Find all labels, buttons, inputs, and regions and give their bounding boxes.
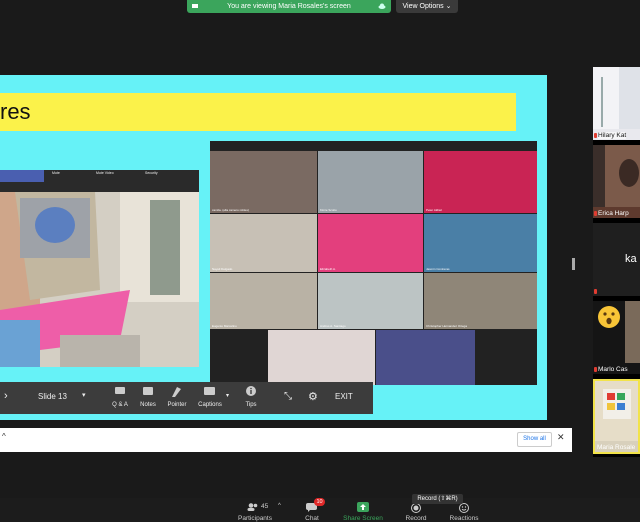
participants-icon bbox=[247, 503, 258, 511]
participant-video bbox=[593, 145, 640, 207]
tile-name: Peter Aldiaz bbox=[426, 208, 443, 212]
participant-tile[interactable]: Marlo Cas bbox=[593, 301, 640, 374]
show-all-button[interactable]: Show all bbox=[517, 432, 552, 447]
meeting-toolbar: 45 Participants ^ 10 Chat Share Screen R… bbox=[0, 498, 640, 522]
reactions-label: Reactions bbox=[449, 515, 479, 522]
participant-video bbox=[595, 381, 638, 441]
share-screen-icon bbox=[357, 502, 369, 512]
gallery-tile: Eugenio Marcelino bbox=[210, 273, 317, 329]
tips-button[interactable]: Tips bbox=[238, 382, 264, 414]
share-icon bbox=[192, 4, 198, 8]
muted-mic-icon bbox=[594, 289, 597, 294]
notes-icon bbox=[143, 387, 153, 395]
gear-icon[interactable]: ⚙ bbox=[308, 390, 318, 403]
participant-video bbox=[593, 67, 640, 129]
chevron-down-icon: ⌄ bbox=[445, 3, 452, 10]
next-slide-icon[interactable]: › bbox=[4, 390, 8, 402]
qa-label: Q & A bbox=[112, 402, 128, 408]
tips-label: Tips bbox=[245, 402, 257, 408]
shared-slide: res Mute Mute Video Security camila. (el… bbox=[0, 75, 547, 420]
qa-button[interactable]: Q & A bbox=[106, 382, 134, 414]
child-photo-illustration bbox=[0, 170, 199, 367]
record-label: Record bbox=[405, 515, 427, 522]
chevron-down-icon: ▾ bbox=[82, 392, 86, 399]
notification-strip bbox=[0, 428, 572, 452]
gallery-tile: camila. (ella camero robles) bbox=[210, 151, 317, 213]
view-options-label: View Options bbox=[402, 3, 444, 10]
tile-name: Jasmin Contreras bbox=[426, 267, 450, 271]
participant-name: Maria Rosale bbox=[597, 444, 636, 451]
participant-tile-active[interactable]: Maria Rosale bbox=[593, 379, 640, 454]
participants-label: Participants bbox=[238, 515, 272, 522]
left-photo-video-label: Mute Video bbox=[96, 171, 114, 175]
share-screen-label: Share Screen bbox=[343, 515, 383, 522]
splitter-handle[interactable] bbox=[572, 258, 575, 270]
gallery-tile: Elizabeth A. bbox=[318, 214, 423, 272]
slide-title: res bbox=[0, 99, 31, 124]
captions-label: Captions bbox=[198, 402, 222, 408]
gallery-tile: Nayeli Delgado bbox=[210, 214, 317, 272]
view-options-button[interactable]: View Options ⌄ bbox=[396, 0, 458, 13]
slide-number-label: Slide 13 bbox=[38, 392, 67, 401]
captions-icon bbox=[204, 387, 215, 395]
notes-button[interactable]: Notes bbox=[134, 382, 162, 414]
muted-mic-icon bbox=[594, 133, 597, 138]
gallery-tile: Christopher Hernandez Ortega bbox=[424, 273, 537, 329]
record-tooltip: Record (⇧⌘R) bbox=[412, 494, 463, 504]
notes-label: Notes bbox=[140, 402, 156, 408]
participant-initials: ka bbox=[625, 253, 637, 265]
participant-name: Marlo Cas bbox=[598, 366, 628, 373]
gallery-tile bbox=[376, 330, 475, 385]
participant-tile[interactable]: Erica Harp bbox=[593, 145, 640, 218]
banner-text: You are viewing Maria Rosales's screen bbox=[227, 3, 351, 10]
left-photo-mute-label: Mute bbox=[52, 171, 60, 175]
chevron-down-icon: ▾ bbox=[226, 393, 230, 399]
gallery-tile: Peter Aldiaz bbox=[424, 151, 537, 213]
smiley-icon bbox=[459, 503, 469, 513]
info-icon bbox=[246, 386, 256, 396]
chevron-up-icon[interactable]: ^ bbox=[278, 503, 281, 509]
tile-name: camila. (ella camero robles) bbox=[212, 208, 249, 212]
slide-photo-child: Mute Mute Video Security bbox=[0, 170, 199, 367]
record-icon bbox=[411, 503, 421, 513]
participant-tile[interactable]: Hilary Kat bbox=[593, 67, 640, 140]
participant-video bbox=[625, 301, 640, 363]
pointer-icon bbox=[172, 387, 181, 397]
chevron-up-icon[interactable]: ^ bbox=[2, 432, 6, 441]
slideshow-toolbar: › Slide 13 ▾ Q & A Notes Pointer Caption… bbox=[0, 382, 373, 414]
gallery-tile: Kimie Scotto bbox=[318, 151, 423, 213]
qa-icon bbox=[115, 387, 125, 394]
exit-fullscreen-icon[interactable]: ⤡ bbox=[284, 391, 292, 402]
muted-mic-icon bbox=[594, 211, 597, 216]
gallery-tile: Andres A. Santiago bbox=[318, 273, 423, 329]
tile-name: Andres A. Santiago bbox=[320, 324, 346, 328]
slide-select[interactable]: Slide 13 ▾ bbox=[28, 382, 100, 414]
tile-name: Christopher Hernandez Ortega bbox=[426, 324, 468, 328]
captions-button[interactable]: Captions ▾ bbox=[194, 382, 234, 414]
participant-name: Hilary Kat bbox=[598, 132, 627, 139]
pointer-button[interactable]: Pointer bbox=[162, 382, 192, 414]
tile-name: Nayeli Delgado bbox=[212, 267, 233, 271]
chat-label: Chat bbox=[305, 515, 319, 522]
close-icon[interactable]: ✕ bbox=[557, 432, 565, 443]
participant-tile[interactable]: ka bbox=[593, 223, 640, 296]
pointer-label: Pointer bbox=[167, 402, 187, 408]
surprised-emoji-icon bbox=[598, 306, 620, 328]
participant-gallery: Hilary Kat Erica Harp ka Marlo Cas Maria… bbox=[593, 67, 640, 457]
participants-count: 45 bbox=[261, 503, 269, 510]
gallery-tile bbox=[268, 330, 375, 385]
slide-title-bar: res bbox=[0, 93, 516, 131]
tile-name: Kimie Scotto bbox=[320, 208, 337, 212]
tile-name: Elizabeth A. bbox=[320, 267, 336, 271]
screen-share-banner: You are viewing Maria Rosales's screen bbox=[187, 0, 391, 13]
exit-button[interactable]: EXIT bbox=[335, 392, 353, 401]
slide-photo-gallery: camila. (ella camero robles) Kimie Scott… bbox=[210, 141, 537, 385]
gallery-tile: Jasmin Contreras bbox=[424, 214, 537, 272]
chat-badge: 10 bbox=[314, 498, 325, 506]
muted-mic-icon bbox=[594, 367, 597, 372]
left-photo-security-label: Security bbox=[145, 171, 158, 175]
participant-name: Erica Harp bbox=[598, 210, 629, 217]
cloud-icon bbox=[378, 3, 386, 9]
tile-name: Eugenio Marcelino bbox=[212, 324, 237, 328]
